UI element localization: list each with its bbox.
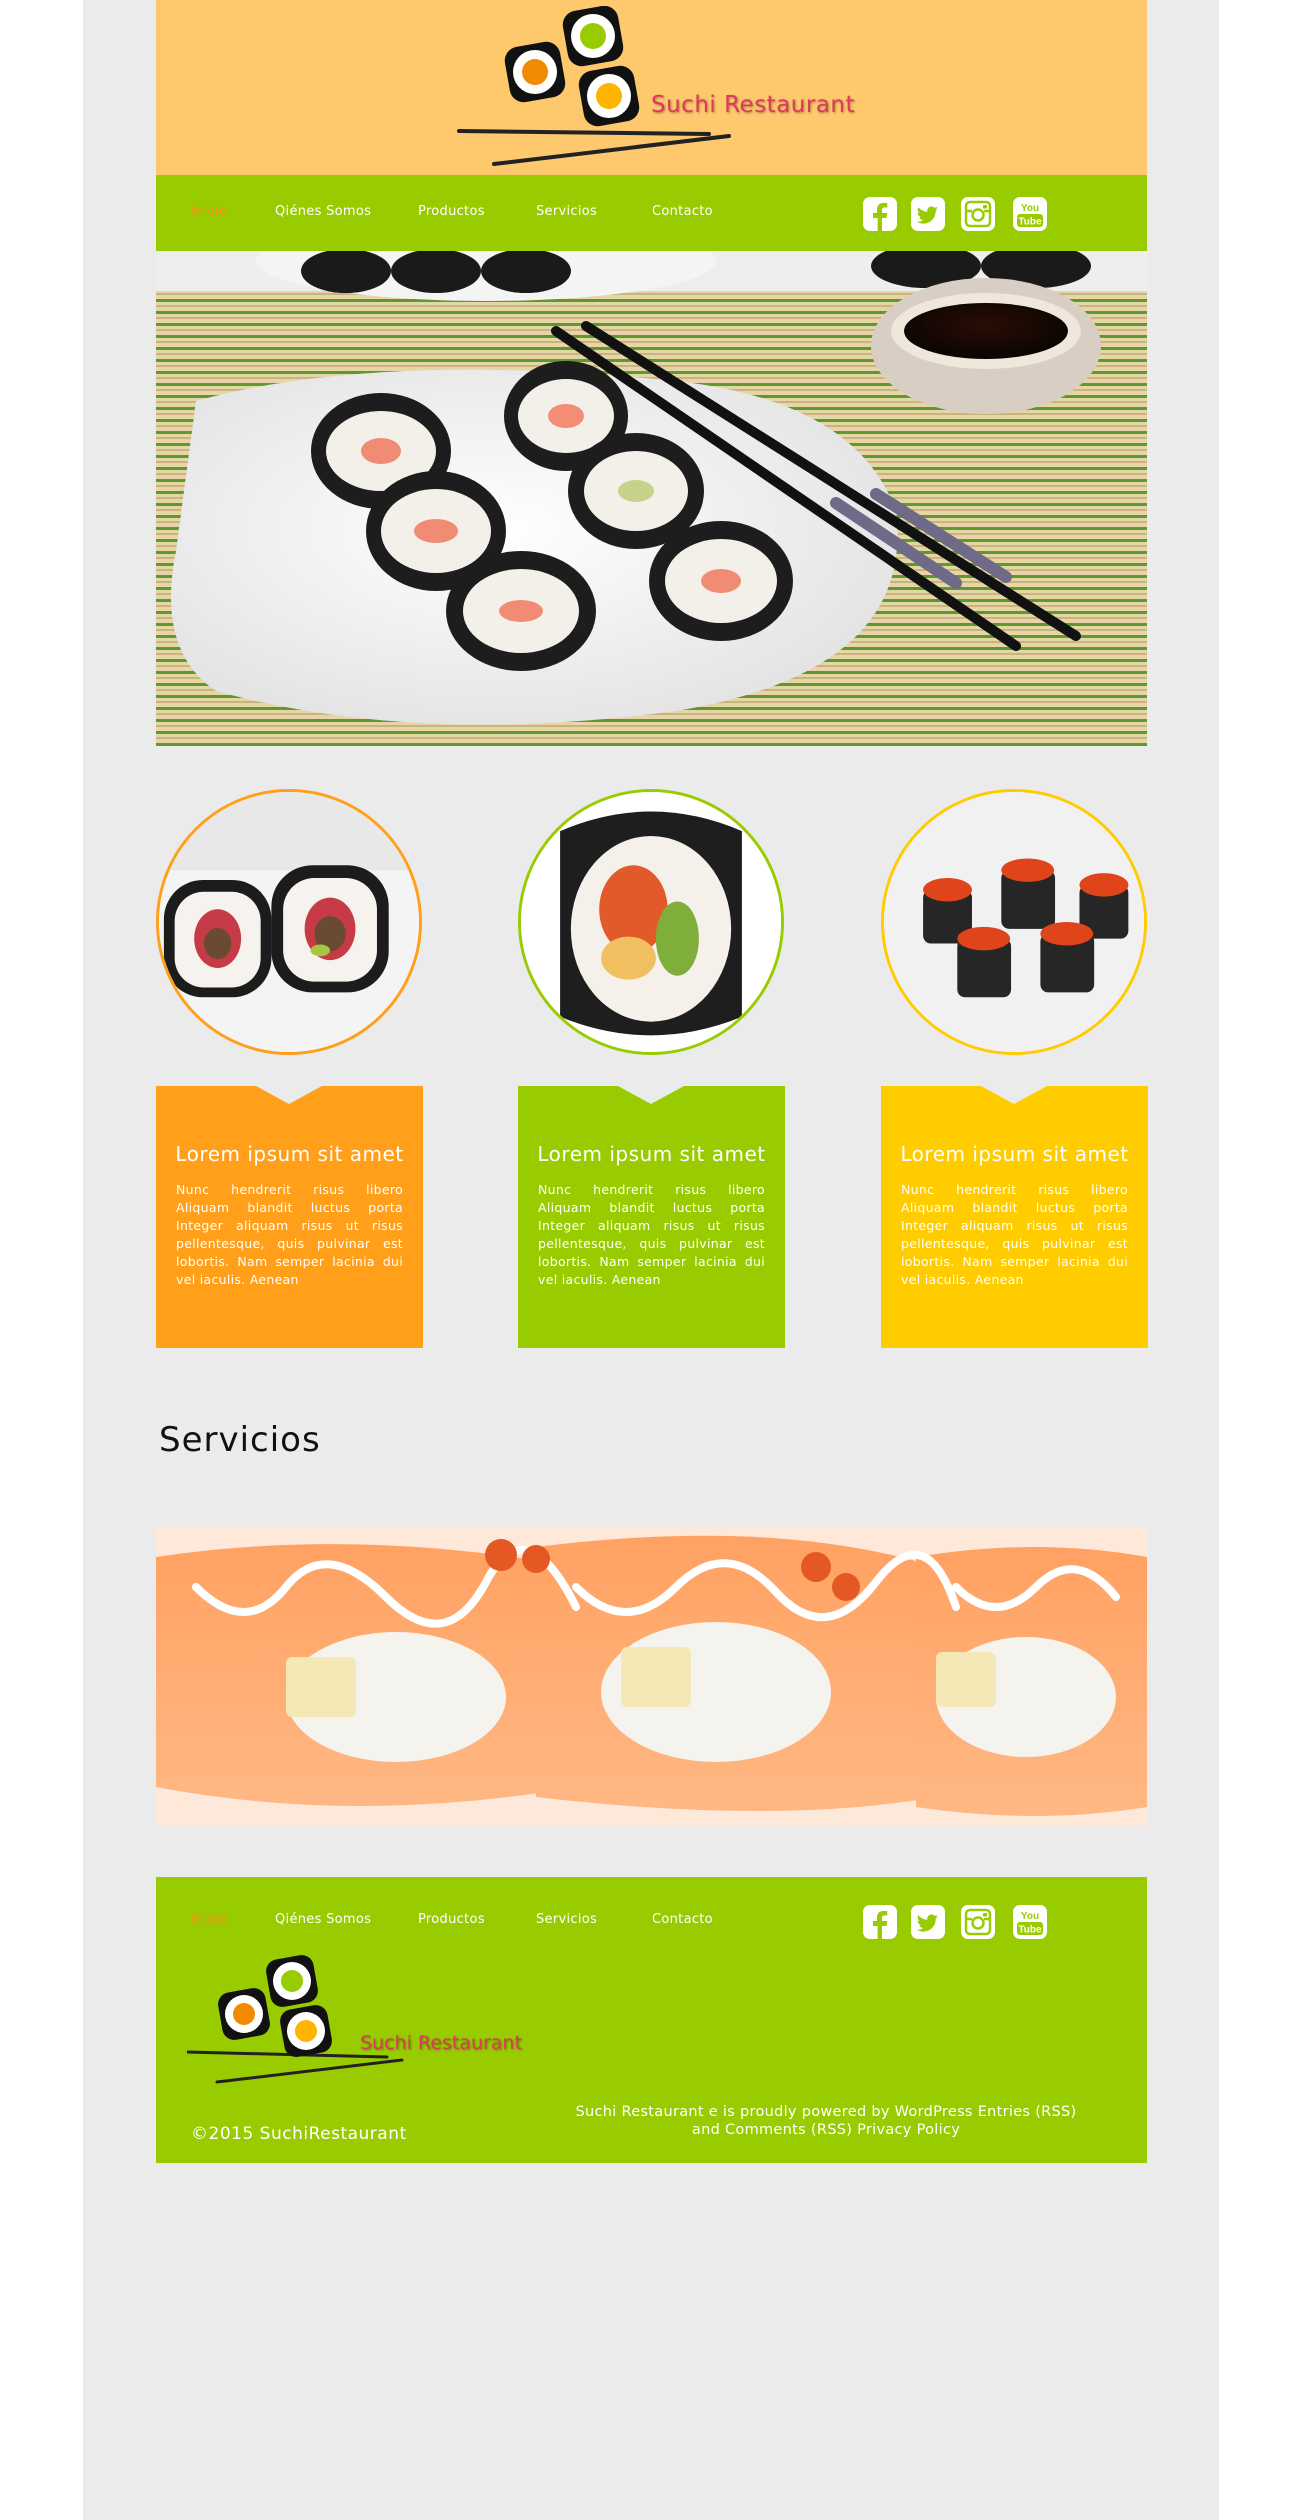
sushi-logo-icon[interactable] xyxy=(439,6,879,171)
feature-card-title: Lorem ipsum sit amet xyxy=(537,1142,766,1166)
nav-item-productos[interactable]: Productos xyxy=(418,204,485,219)
feature-card: Lorem ipsum sit amet Nunc hendrerit risu… xyxy=(156,1086,423,1348)
feature-card-body: Nunc hendrerit risus libero Aliquam blan… xyxy=(176,1182,403,1287)
nav-item-servicios[interactable]: Servicios xyxy=(536,204,597,219)
facebook-icon[interactable] xyxy=(863,197,897,231)
servicios-banner-image xyxy=(156,1527,1147,1825)
sushi-roll-image xyxy=(521,792,781,1052)
nav-item-quienes-somos[interactable]: Qiénes Somos xyxy=(275,204,371,219)
svg-text:You: You xyxy=(1021,1911,1039,1922)
site-header: Suchi Restaurant xyxy=(156,0,1147,175)
svg-text:You: You xyxy=(1021,203,1039,214)
feature-card: Lorem ipsum sit amet Nunc hendrerit risu… xyxy=(518,1086,785,1348)
svg-text:Tube: Tube xyxy=(1018,1925,1042,1936)
hero-sushi-image xyxy=(156,251,1147,746)
feature-card-title: Lorem ipsum sit amet xyxy=(900,1142,1129,1166)
instagram-icon[interactable] xyxy=(961,197,995,231)
brand-name: Suchi Restaurant xyxy=(651,92,856,118)
section-title-servicios: Servicios xyxy=(159,1420,321,1460)
twitter-icon[interactable] xyxy=(911,1905,945,1939)
feature-circle-image xyxy=(156,789,422,1055)
youtube-icon[interactable]: You Tube xyxy=(1013,197,1047,231)
feature-card-body: Nunc hendrerit risus libero Aliquam blan… xyxy=(538,1182,765,1287)
footer-nav-item-inicio[interactable]: Inicio xyxy=(191,1912,227,1927)
nav-item-inicio[interactable]: Inicio xyxy=(191,204,227,219)
powered-by-line[interactable]: Suchi Restaurant e is proudly powered by… xyxy=(546,2103,1106,2121)
footer-nav-item-quienes-somos[interactable]: Qiénes Somos xyxy=(275,1912,371,1927)
feature-card-body: Nunc hendrerit risus libero Aliquam blan… xyxy=(901,1182,1128,1287)
footer-nav-item-servicios[interactable]: Servicios xyxy=(536,1912,597,1927)
feature-circle-image xyxy=(881,789,1147,1055)
feature-circle-image xyxy=(518,789,784,1055)
main-nav: Inicio Qiénes Somos Productos Servicios … xyxy=(156,175,1147,251)
facebook-icon[interactable] xyxy=(863,1905,897,1939)
feature-card-title: Lorem ipsum sit amet xyxy=(175,1142,404,1166)
site-footer: Inicio Qiénes Somos Productos Servicios … xyxy=(156,1877,1147,2163)
footer-brand-name: Suchi Restaurant xyxy=(360,2032,522,2054)
footer-nav-item-productos[interactable]: Productos xyxy=(418,1912,485,1927)
footer-nav-item-contacto[interactable]: Contacto xyxy=(652,1912,713,1927)
sushi-roll-image xyxy=(884,792,1144,1052)
instagram-icon[interactable] xyxy=(961,1905,995,1939)
twitter-icon[interactable] xyxy=(911,197,945,231)
youtube-icon[interactable]: You Tube xyxy=(1013,1905,1047,1939)
nav-item-contacto[interactable]: Contacto xyxy=(652,204,713,219)
copyright-text: ©2015 SuchiRestaurant xyxy=(191,2124,407,2144)
sushi-logo-icon[interactable] xyxy=(187,1952,487,2092)
sushi-roll-image xyxy=(159,792,419,1052)
svg-text:Tube: Tube xyxy=(1018,217,1042,228)
powered-by-text: Suchi Restaurant e is proudly powered by… xyxy=(546,2103,1106,2139)
feature-card: Lorem ipsum sit amet Nunc hendrerit risu… xyxy=(881,1086,1148,1348)
powered-by-line[interactable]: and Comments (RSS) Privacy Policy xyxy=(546,2121,1106,2139)
